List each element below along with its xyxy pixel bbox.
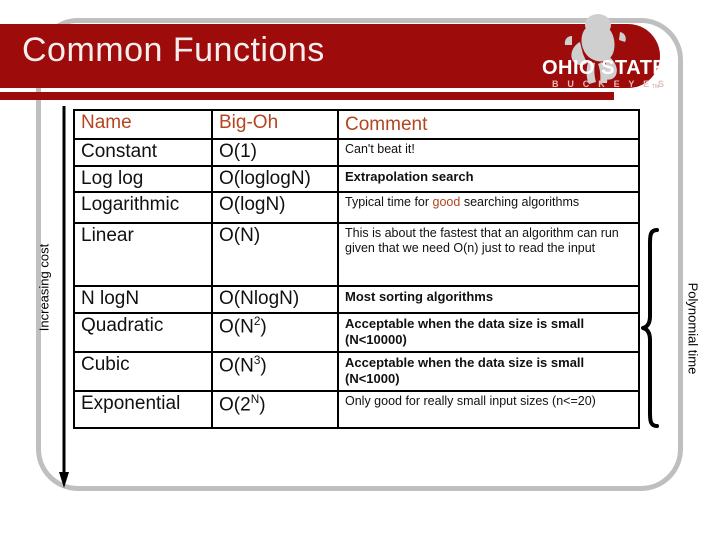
row-bigoh: O(NlogN) <box>211 285 339 315</box>
table-row: Quadratic O(N2) Acceptable when the data… <box>73 312 640 354</box>
polynomial-time-label: Polynomial time <box>685 282 701 375</box>
increasing-cost-label: Increasing cost <box>36 243 52 332</box>
row-name: Exponential <box>73 390 213 430</box>
row-comment: Most sorting algorithms <box>337 285 640 315</box>
page-title: Common Functions <box>22 31 325 69</box>
table-row: N logN O(NlogN) Most sorting algorithms <box>73 285 640 315</box>
bigoh-exponent: N <box>250 393 260 407</box>
row-bigoh: O(logN) <box>211 191 339 225</box>
row-name: Log log <box>73 164 213 194</box>
bigoh-end: ) <box>260 316 267 338</box>
row-bigoh: O(N3) <box>211 351 339 393</box>
increasing-cost-arrow-icon <box>59 106 69 490</box>
row-name: Linear <box>73 222 213 288</box>
comment-text-pre: Typical time for <box>345 195 433 210</box>
row-bigoh: O(1) <box>211 138 339 167</box>
table-row: Constant O(1) Can't beat it! <box>73 138 640 167</box>
row-comment: Extrapolation search <box>337 164 640 194</box>
header-bigoh: Big-Oh <box>211 108 339 141</box>
row-comment: Only good for really small input sizes (… <box>337 390 640 430</box>
comment-text-post: searching algorithms <box>460 195 580 210</box>
row-name: Cubic <box>73 351 213 393</box>
table-row: Linear O(N) This is about the fastest th… <box>73 222 640 288</box>
logo-trademark: TM <box>652 84 659 90</box>
title-underbar <box>0 92 614 100</box>
row-bigoh: O(loglogN) <box>211 164 339 194</box>
bigoh-base: O(N <box>219 316 254 338</box>
table-row: Cubic O(N3) Acceptable when the data siz… <box>73 351 640 393</box>
bigoh-base: O(2 <box>219 394 251 416</box>
table-row: Exponential O(2N) Only good for really s… <box>73 390 640 430</box>
row-name: Constant <box>73 138 213 167</box>
header-comment: Comment <box>337 108 640 141</box>
row-comment: Acceptable when the data size is small (… <box>337 351 640 393</box>
row-bigoh: O(2N) <box>211 390 339 430</box>
row-comment: Can't beat it! <box>337 138 640 167</box>
row-comment: Typical time for good searching algorith… <box>337 191 640 225</box>
bigoh-base: O(N <box>219 355 254 377</box>
row-bigoh: O(N) <box>211 222 339 288</box>
comment-text-highlight: good <box>432 195 461 210</box>
row-name: N logN <box>73 285 213 315</box>
bigoh-end: ) <box>260 355 267 377</box>
bigoh-end: ) <box>259 394 266 416</box>
row-comment: Acceptable when the data size is small (… <box>337 312 640 354</box>
row-name: Logarithmic <box>73 191 213 225</box>
polynomial-time-brace-icon <box>641 228 663 428</box>
logo-wordmark-secondary: B U C K E Y E S <box>552 79 666 89</box>
common-functions-table: Name Big-Oh Comment Constant O(1) Can't … <box>73 108 640 430</box>
row-name: Quadratic <box>73 312 213 354</box>
header-name: Name <box>73 108 213 141</box>
table-row: Logarithmic O(logN) Typical time for goo… <box>73 191 640 225</box>
logo-wordmark-primary: OHIO STATE <box>542 57 666 79</box>
ohio-state-logo: OHIO STATE B U C K E Y E S TM <box>536 12 666 94</box>
table-header-row: Name Big-Oh Comment <box>73 108 640 141</box>
row-comment: This is about the fastest that an algori… <box>337 222 640 288</box>
table-row: Log log O(loglogN) Extrapolation search <box>73 164 640 194</box>
row-bigoh: O(N2) <box>211 312 339 354</box>
